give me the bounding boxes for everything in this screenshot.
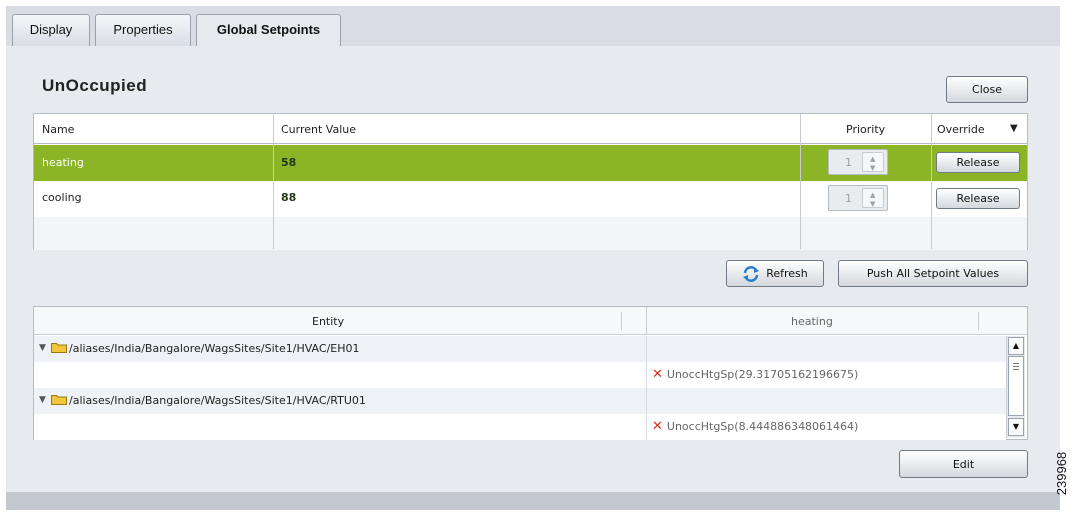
priority-value: 1 [845, 156, 852, 169]
scrollbar-thumb[interactable] [1008, 356, 1024, 416]
entity-path-cell: /aliases/India/Bangalore/WagsSites/Site1… [51, 394, 366, 407]
entity-value-cell: ✕ UnoccHtgSp(8.444886348061464) [652, 419, 858, 434]
priority-value: 1 [845, 192, 852, 205]
column-header-name[interactable]: Name [42, 123, 74, 136]
column-divider [931, 114, 932, 249]
release-button[interactable]: Release [936, 188, 1020, 209]
entity-table: Entity heating ▼ /aliases/India/Bangalor… [33, 306, 1028, 440]
expand-triangle-icon[interactable]: ▼ [39, 343, 46, 353]
panel-footer-strip [6, 492, 1060, 510]
entity-row[interactable]: ▼ /aliases/India/Bangalore/WagsSites/Sit… [34, 336, 1006, 362]
tab-properties[interactable]: Properties [95, 14, 191, 46]
edit-button[interactable]: Edit [899, 450, 1028, 478]
refresh-button[interactable]: Refresh [726, 260, 824, 287]
column-header-current-value[interactable]: Current Value [281, 123, 356, 136]
setpoint-table-header: Name Current Value Priority Override ▼ [34, 114, 1027, 144]
push-all-setpoint-values-button[interactable]: Push All Setpoint Values [838, 260, 1028, 287]
scroll-down-icon[interactable]: ▼ [1008, 418, 1024, 436]
setpoint-row-empty [34, 217, 1027, 250]
entity-path-cell: /aliases/India/Bangalore/WagsSites/Site1… [51, 342, 360, 355]
column-divider [273, 114, 274, 249]
priority-stepper[interactable]: 1 ▲ ▼ [828, 149, 888, 175]
refresh-icon [743, 265, 760, 282]
entity-table-header: Entity heating [34, 307, 1027, 335]
entity-value-row[interactable]: ✕ UnoccHtgSp(8.444886348061464) [34, 414, 1006, 440]
setpoint-row-cooling[interactable]: cooling 88 1 ▲ ▼ Release [34, 181, 1027, 217]
folder-icon [51, 395, 67, 405]
stepper-arrows-icon[interactable]: ▲ ▼ [862, 152, 884, 172]
close-button[interactable]: Close [946, 76, 1028, 103]
setpoint-value[interactable]: 58 [281, 156, 296, 169]
column-header-priority[interactable]: Priority [846, 123, 885, 136]
column-header-entity[interactable]: Entity [312, 315, 344, 328]
entity-value-cell: ✕ UnoccHtgSp(29.31705162196675) [652, 367, 858, 382]
entity-path: /aliases/India/Bangalore/WagsSites/Site1… [69, 394, 366, 407]
entity-table-scrollbar[interactable]: ▲ ▼ [1006, 336, 1025, 438]
release-button[interactable]: Release [936, 152, 1020, 173]
entity-value: UnoccHtgSp(8.444886348061464) [666, 420, 859, 433]
figure-id-text: 239968 [1054, 451, 1070, 496]
tab-global-setpoints[interactable]: Global Setpoints [196, 14, 341, 47]
entity-path: /aliases/India/Bangalore/WagsSites/Site1… [69, 342, 360, 355]
error-x-icon: ✕ [652, 367, 663, 382]
folder-icon [51, 343, 67, 353]
column-header-heating[interactable]: heating [791, 315, 833, 328]
column-divider [646, 307, 647, 335]
column-divider [646, 336, 647, 440]
scroll-up-icon[interactable]: ▲ [1008, 337, 1024, 355]
entity-value-row[interactable]: ✕ UnoccHtgSp(29.31705162196675) [34, 362, 1006, 388]
column-divider [800, 114, 801, 249]
entity-value: UnoccHtgSp(29.31705162196675) [666, 368, 859, 381]
tab-display[interactable]: Display [12, 14, 90, 46]
global-setpoints-window: Display Properties Global Setpoints UnOc… [0, 0, 1084, 516]
section-title: UnOccupied [42, 76, 148, 95]
error-x-icon: ✕ [652, 419, 663, 434]
setpoint-value[interactable]: 88 [281, 191, 296, 204]
expand-triangle-icon[interactable]: ▼ [39, 395, 46, 405]
refresh-label: Refresh [766, 267, 808, 280]
figure-id: 239968 [1054, 440, 1084, 510]
setpoint-row-heating[interactable]: heating 58 1 ▲ ▼ Release [34, 145, 1027, 181]
column-divider [978, 312, 979, 330]
sort-arrow-icon[interactable]: ▼ [1010, 123, 1018, 134]
column-header-override[interactable]: Override [937, 123, 985, 136]
entity-row[interactable]: ▼ /aliases/India/Bangalore/WagsSites/Sit… [34, 388, 1006, 414]
setpoint-table: Name Current Value Priority Override ▼ h… [33, 113, 1028, 250]
stepper-arrows-icon[interactable]: ▲ ▼ [862, 188, 884, 208]
setpoint-name: cooling [42, 191, 82, 204]
priority-stepper[interactable]: 1 ▲ ▼ [828, 185, 888, 211]
column-divider [621, 312, 622, 330]
setpoint-name: heating [42, 156, 84, 169]
